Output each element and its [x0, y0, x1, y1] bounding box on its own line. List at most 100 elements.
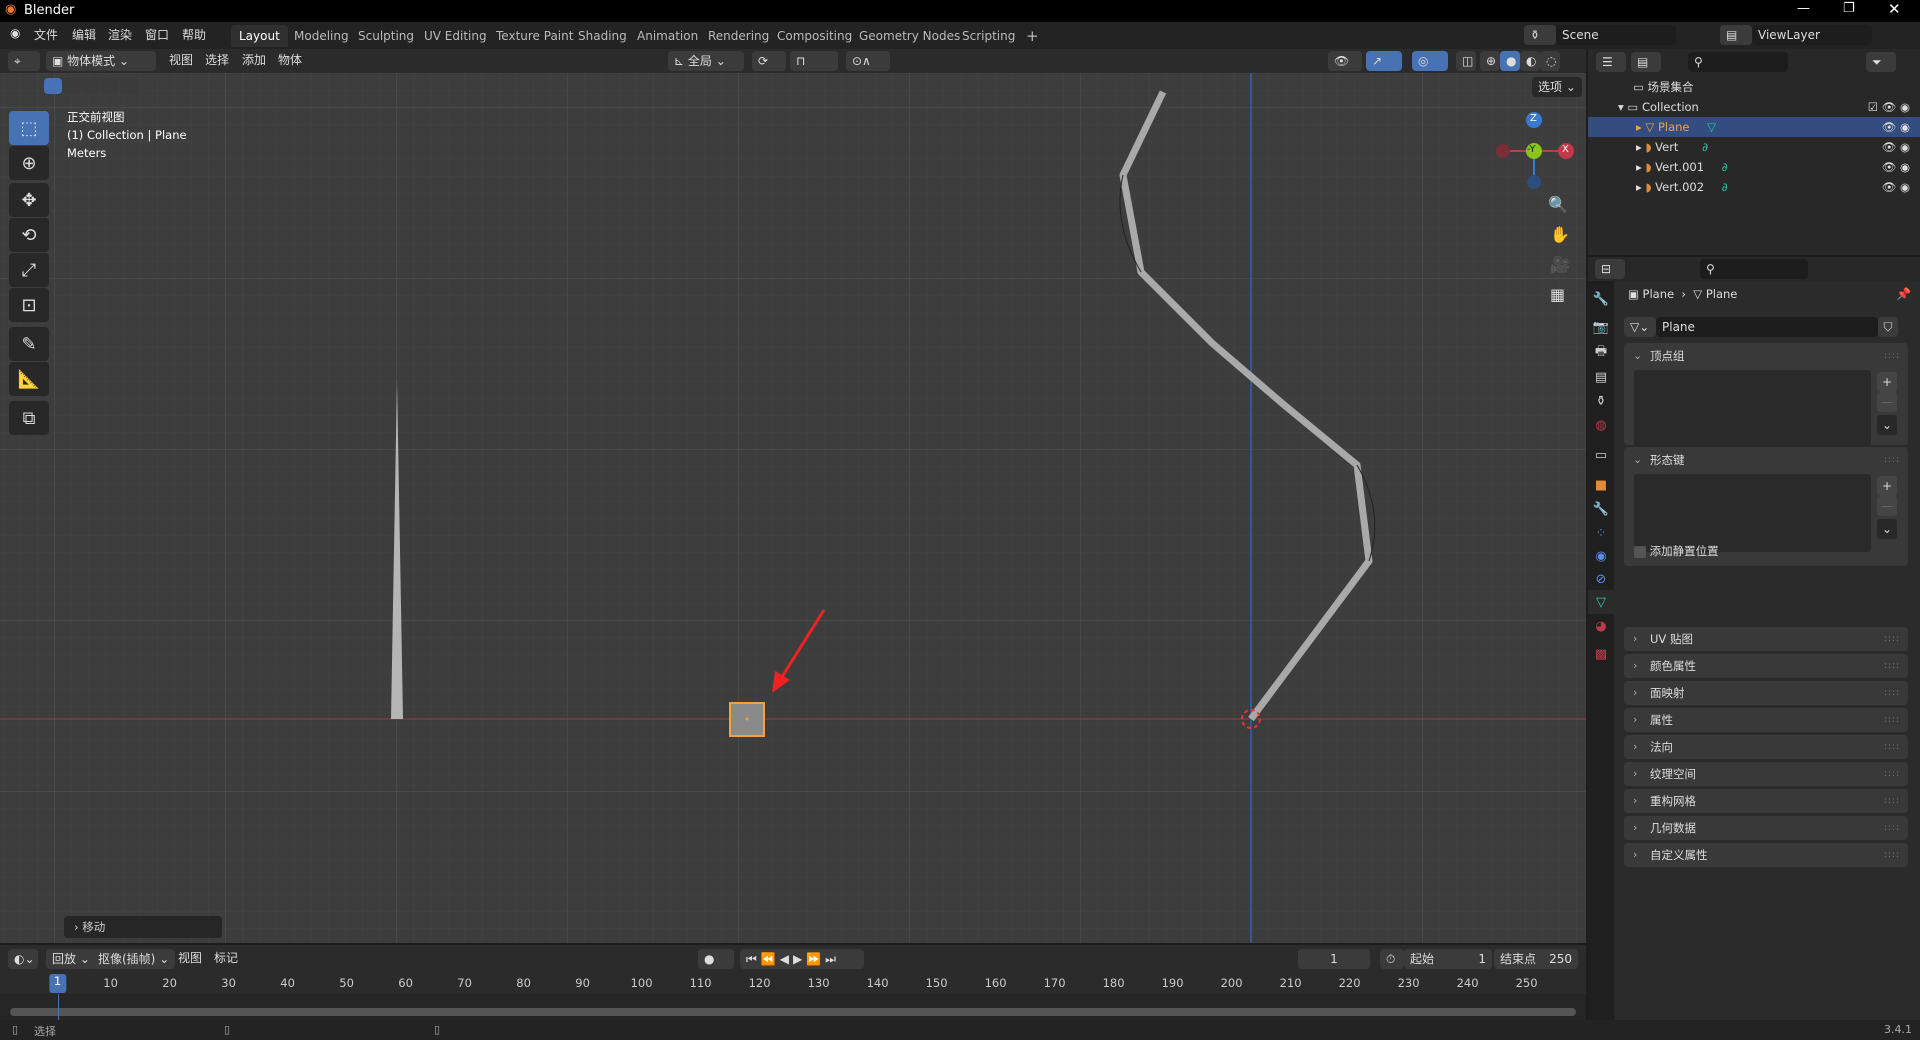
outliner-item-vert-002[interactable]: ▸ ◗ Vert.002 ∂ 👁 ◉	[1588, 177, 1920, 197]
end-frame-field[interactable]: 结束点 250	[1494, 949, 1578, 969]
add-workspace-button[interactable]: +	[1018, 25, 1047, 47]
select-invert-icon[interactable]	[101, 78, 119, 94]
properties-type-icon[interactable]: ⊟	[1595, 259, 1625, 279]
maximize-button[interactable]: ❐	[1843, 1, 1855, 16]
tab-layout[interactable]: Layout	[231, 25, 288, 47]
filter-icon[interactable]: ⏷	[1866, 52, 1896, 72]
visibility-icon[interactable]: 👁	[1328, 51, 1362, 71]
properties-search-input[interactable]: ⚲	[1700, 259, 1808, 279]
perspective-toggle-icon[interactable]: ▦	[1550, 285, 1565, 304]
pin-icon[interactable]: 📌	[1896, 287, 1911, 301]
xray-icon[interactable]: ◫	[1456, 51, 1476, 71]
timeline-tracks[interactable]	[0, 994, 1586, 1022]
gizmo-y-label[interactable]: -Y	[1527, 144, 1536, 155]
vertex-group-menu-button[interactable]: ⌄	[1877, 415, 1897, 435]
select-new-icon[interactable]	[44, 78, 62, 94]
gizmo-x-label[interactable]: X	[1562, 144, 1569, 155]
menu-edit[interactable]: 编辑	[66, 26, 102, 45]
orientation-dropdown[interactable]: ⊾ 全局 ⌄	[668, 51, 744, 71]
zoom-icon[interactable]: 🔍	[1548, 195, 1568, 214]
outliner-item-vert[interactable]: ▸ ◗ Vert ∂ 👁 ◉	[1588, 137, 1920, 157]
mesh-browse-icon[interactable]: ▽⌄	[1624, 317, 1656, 337]
tab-sculpting[interactable]: Sculpting	[350, 25, 422, 47]
pan-hand-icon[interactable]: ✋	[1550, 225, 1570, 244]
mesh-name-field[interactable]: Plane	[1656, 317, 1878, 337]
tab-modeling[interactable]: Modeling	[286, 25, 357, 47]
cursor-tool-icon[interactable]: ⊕	[9, 146, 49, 180]
rendered-shading-icon[interactable]: ◌	[1540, 51, 1560, 71]
vertex-groups-list[interactable]	[1634, 370, 1871, 448]
gizmo-z-label[interactable]: Z	[1530, 113, 1537, 124]
object-tab-icon[interactable]: ■	[1589, 473, 1613, 497]
properties-panel-6[interactable]: › 重构网格::::	[1624, 789, 1908, 813]
tab-compositing[interactable]: Compositing	[769, 25, 860, 47]
close-button[interactable]: ✕	[1888, 0, 1901, 18]
tab-shading[interactable]: Shading	[570, 25, 635, 47]
shape-keys-list[interactable]	[1634, 474, 1871, 552]
select-subtract-icon[interactable]	[82, 78, 100, 94]
keying-menu[interactable]: 抠像(插帧) ⌄	[92, 949, 176, 969]
timeline-editor-type-icon[interactable]: ◐⌄	[8, 949, 38, 969]
tab-rendering[interactable]: Rendering	[700, 25, 777, 47]
menu-object[interactable]: 物体	[272, 51, 308, 70]
material-shading-icon[interactable]: ◐	[1520, 51, 1540, 71]
select-extend-icon[interactable]	[63, 78, 81, 94]
remove-vertex-group-button[interactable]: —	[1877, 392, 1897, 412]
snap-icon[interactable]: ⊓	[790, 51, 838, 71]
properties-panel-2[interactable]: › 面映射::::	[1624, 681, 1908, 705]
last-operation-panel[interactable]: › 移动	[64, 916, 222, 938]
outliner-item-vert-001[interactable]: ▸ ◗ Vert.001 ∂ 👁 ◉	[1588, 157, 1920, 177]
view-layer-field[interactable]: ViewLayer	[1752, 25, 1872, 45]
solid-shading-icon[interactable]: ●	[1500, 51, 1520, 71]
overlay-toggle-icon[interactable]: ◎	[1412, 51, 1448, 71]
properties-panel-8[interactable]: › 自定义属性::::	[1624, 843, 1908, 867]
mesh-data-tab-icon[interactable]: ▽	[1588, 590, 1614, 614]
start-frame-field[interactable]: 起始 1	[1404, 949, 1492, 969]
menu-select[interactable]: 选择	[199, 51, 235, 70]
properties-panel-3[interactable]: › 属性::::	[1624, 708, 1908, 732]
tab-geometry-nodes[interactable]: Geometry Nodes	[851, 25, 968, 47]
tool-tab-icon[interactable]: 🔧	[1589, 287, 1613, 311]
tab-scripting[interactable]: Scripting	[954, 25, 1023, 47]
properties-panel-4[interactable]: › 法向::::	[1624, 735, 1908, 759]
world-tab-icon[interactable]: ◍	[1589, 413, 1613, 437]
collection-row[interactable]: ▾ ▭ Collection ☑ 👁 ◉	[1588, 97, 1920, 117]
playback-controls[interactable]: ⏮⏪◀▶⏩⏭	[740, 949, 864, 969]
blender-menu-icon[interactable]: ◉	[10, 26, 20, 40]
properties-panel-5[interactable]: › 纹理空间::::	[1624, 762, 1908, 786]
viewport-canvas[interactable]	[0, 73, 1586, 943]
move-tool-icon[interactable]: ✥	[9, 183, 49, 217]
outliner-item-plane[interactable]: ▸ ▽ Plane ▽ 👁 ◉	[1588, 117, 1920, 137]
menu-help[interactable]: 帮助	[176, 26, 212, 45]
editor-type-button[interactable]: ⌖	[8, 51, 40, 71]
3d-viewport[interactable]: Z X -Y 选项 ⌄ 正交前视图 (1) Collection | Plane…	[0, 73, 1586, 943]
scene-field[interactable]: Scene	[1556, 25, 1676, 45]
add-rest-position-checkbox[interactable]: 添加静置位置	[1634, 543, 1719, 559]
fake-user-shield-icon[interactable]: ⛉	[1878, 317, 1898, 337]
render-tab-icon[interactable]: 📷	[1589, 315, 1613, 339]
measure-tool-icon[interactable]: 📐	[9, 362, 49, 396]
constraints-tab-icon[interactable]: ⊘	[1589, 567, 1613, 591]
pivot-icon[interactable]: ⟳	[752, 51, 786, 71]
timeline-view-menu[interactable]: 视图	[172, 949, 208, 968]
menu-render[interactable]: 渲染	[102, 26, 138, 45]
collection-tab-icon[interactable]: ▭	[1589, 443, 1613, 467]
gizmo-toggle-icon[interactable]: ↗	[1366, 51, 1402, 71]
outliner-type-icon[interactable]: ☰	[1596, 52, 1626, 72]
timeline-ruler[interactable]: 1 10 20 30 40 50 60 70 80 90 100 110 120 130 140 150 160…	[0, 973, 1586, 994]
rotate-tool-icon[interactable]: ⟲	[9, 218, 49, 252]
add-vertex-group-button[interactable]: +	[1877, 372, 1897, 392]
modifier-tab-icon[interactable]: 🔧	[1589, 497, 1613, 521]
playback-menu[interactable]: 回放 ⌄	[46, 949, 96, 969]
properties-panel-7[interactable]: › 几何数据::::	[1624, 816, 1908, 840]
remove-shape-key-button[interactable]: —	[1877, 496, 1897, 516]
add-cube-tool-icon[interactable]: ⧉	[9, 401, 49, 435]
display-mode-icon[interactable]: ▤	[1631, 52, 1661, 72]
menu-file[interactable]: 文件	[28, 26, 64, 45]
texture-tab-icon[interactable]: ▩	[1589, 642, 1613, 666]
material-tab-icon[interactable]: ◕	[1589, 614, 1613, 638]
record-button[interactable]: ● ⌄	[698, 949, 734, 986]
shape-keys-header[interactable]: ⌄ 形态键::::	[1624, 447, 1908, 473]
select-box-tool-icon[interactable]: ⬚	[9, 111, 49, 145]
menu-window[interactable]: 窗口	[139, 26, 175, 45]
